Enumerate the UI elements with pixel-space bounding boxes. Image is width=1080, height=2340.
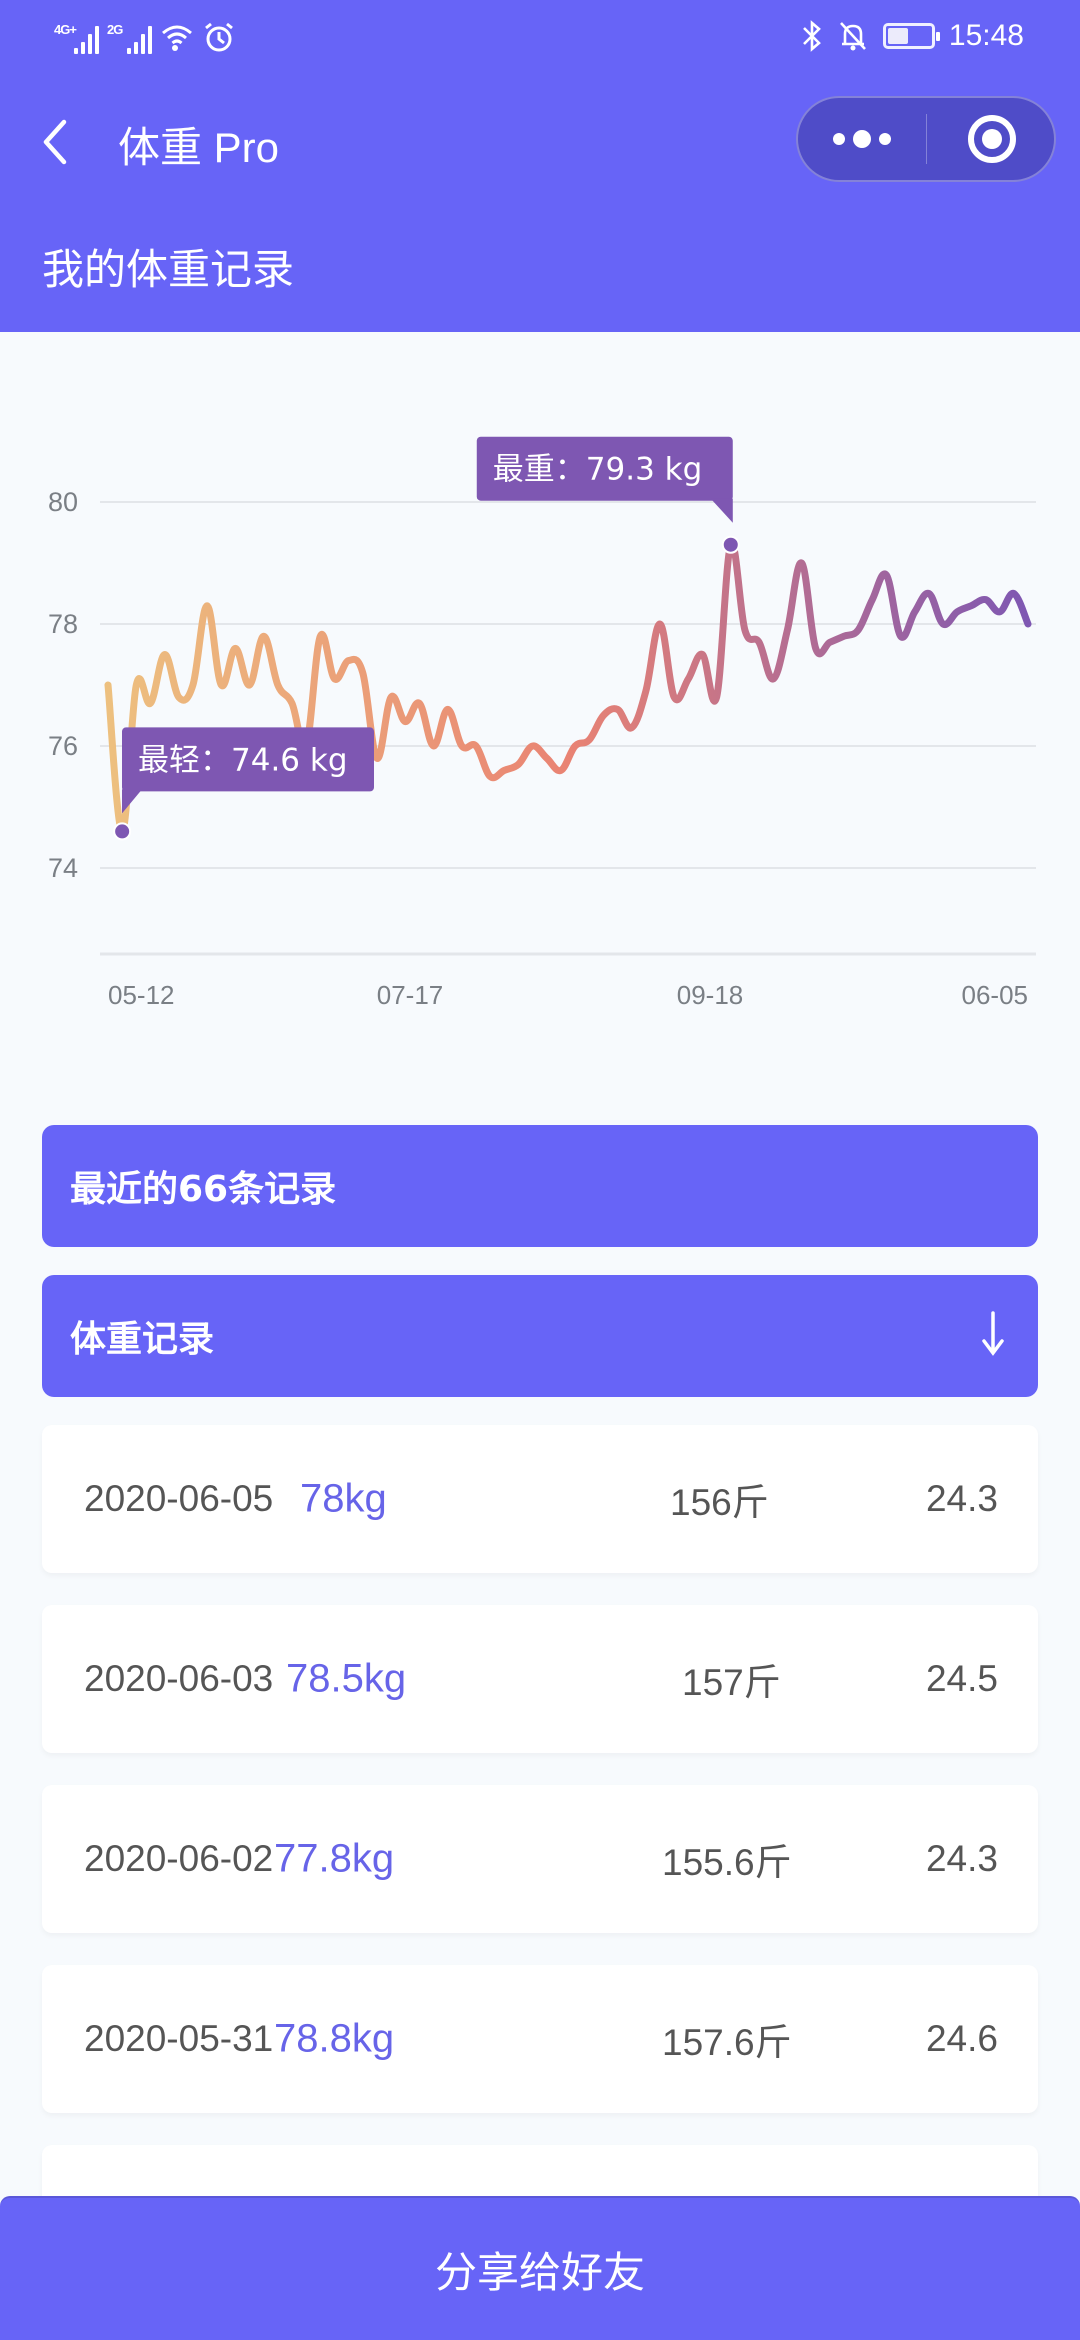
record-weight-jin: 155.6斤 — [662, 1842, 792, 1883]
mini-program-capsule — [796, 96, 1056, 182]
back-button[interactable] — [36, 112, 76, 172]
chevron-left-icon — [43, 119, 67, 165]
more-dot-right — [879, 133, 891, 145]
record-date: 2020-06-02 — [84, 1838, 274, 1879]
page-heading: 我的体重记录 — [42, 245, 295, 294]
tooltip-label: 最轻：74.6 kg — [138, 742, 348, 778]
record-bmi: 24.6 — [925, 2018, 998, 2059]
record-bmi: 24.5 — [925, 1658, 998, 1699]
recent-records-banner: 最近的66条记录 — [42, 1125, 1038, 1247]
record-weight-kg: 78.8kg — [274, 2016, 395, 2061]
record-weight-kg: 78kg — [300, 1476, 387, 1521]
y-tick-label: 78 — [48, 609, 78, 639]
battery-icon — [882, 23, 940, 49]
weight-records-toggle[interactable]: 体重记录 — [42, 1275, 1038, 1397]
share-button[interactable]: 分享给好友 — [0, 2196, 1080, 2340]
weight-chart: 80 78 76 74 05-12 07-17 09-18 06-05 最轻：74.6 kg… — [0, 332, 1080, 1072]
x-tick-label: 05-12 — [108, 980, 175, 1010]
target-circle-icon — [967, 115, 1016, 163]
app-title: 体重 Pro — [118, 124, 280, 171]
record-weight-jin: 156斤 — [670, 1482, 769, 1523]
x-tick-label: 09-18 — [677, 980, 744, 1010]
x-tick-label: 06-05 — [962, 980, 1029, 1010]
record-row[interactable]: 2020-06-03 78.5kg 157斤 24.5 — [42, 1605, 1038, 1753]
record-date: 2020-06-05 — [84, 1478, 274, 1519]
y-tick-label: 74 — [48, 853, 78, 883]
record-date: 2020-05-31 — [84, 2018, 274, 2059]
tooltip-label: 最重：79.3 kg — [493, 452, 703, 488]
weight-line-chart: 80 78 76 74 05-12 07-17 09-18 06-05 最轻：74.6 kg… — [48, 436, 1036, 1010]
record-weight-jin: 157.6斤 — [662, 2022, 792, 2063]
min-weight-tooltip: 最轻：74.6 kg — [122, 727, 374, 814]
share-button-label: 分享给好友 — [434, 2247, 645, 2297]
more-dots-icon — [833, 133, 845, 145]
record-bmi: 24.3 — [925, 1838, 998, 1879]
more-dot-center — [853, 130, 871, 148]
x-tick-label: 07-17 — [377, 980, 444, 1010]
record-bmi: 24.3 — [925, 1478, 998, 1519]
y-tick-label: 80 — [48, 487, 78, 517]
battery-fill — [887, 28, 908, 44]
record-weight-kg: 78.5kg — [286, 1656, 407, 1701]
record-weight-kg: 77.8kg — [274, 1836, 395, 1881]
network-type-1: 4G+ — [54, 22, 77, 37]
y-tick-label: 76 — [48, 731, 78, 761]
signal-2g-icon: 2G — [107, 22, 152, 54]
close-mini-program-button[interactable] — [927, 98, 1056, 180]
alarm-icon — [205, 22, 233, 52]
record-row[interactable]: 2020-05-31 78.8kg 157.6斤 24.6 — [42, 1965, 1038, 2113]
max-weight-tooltip: 最重：79.3 kg — [476, 436, 733, 523]
weight-records-label: 体重记录 — [70, 1319, 215, 1360]
max-point-marker — [721, 535, 740, 554]
clock: 15:48 — [948, 19, 1024, 52]
mute-bell-icon — [839, 22, 866, 51]
record-date: 2020-06-03 — [84, 1658, 274, 1699]
more-button[interactable] — [798, 98, 926, 180]
arrow-down-icon — [982, 1311, 1004, 1356]
network-type-2: 2G — [107, 22, 123, 37]
min-point-marker — [113, 822, 132, 841]
record-row[interactable]: 2020-06-02 77.8kg 155.6斤 24.3 — [42, 1785, 1038, 1933]
recent-records-label: 最近的66条记录 — [70, 1169, 337, 1210]
status-bar: 4G+ 2G 15:48 — [0, 0, 1080, 72]
bluetooth-icon — [803, 20, 821, 52]
record-weight-jin: 157斤 — [682, 1662, 781, 1703]
signal-4g-icon: 4G+ — [54, 22, 99, 54]
wifi-icon — [162, 25, 192, 51]
nav-bar: 体重 Pro — [0, 72, 1080, 212]
record-row[interactable]: 2020-06-05 78kg 156斤 24.3 — [42, 1425, 1038, 1573]
